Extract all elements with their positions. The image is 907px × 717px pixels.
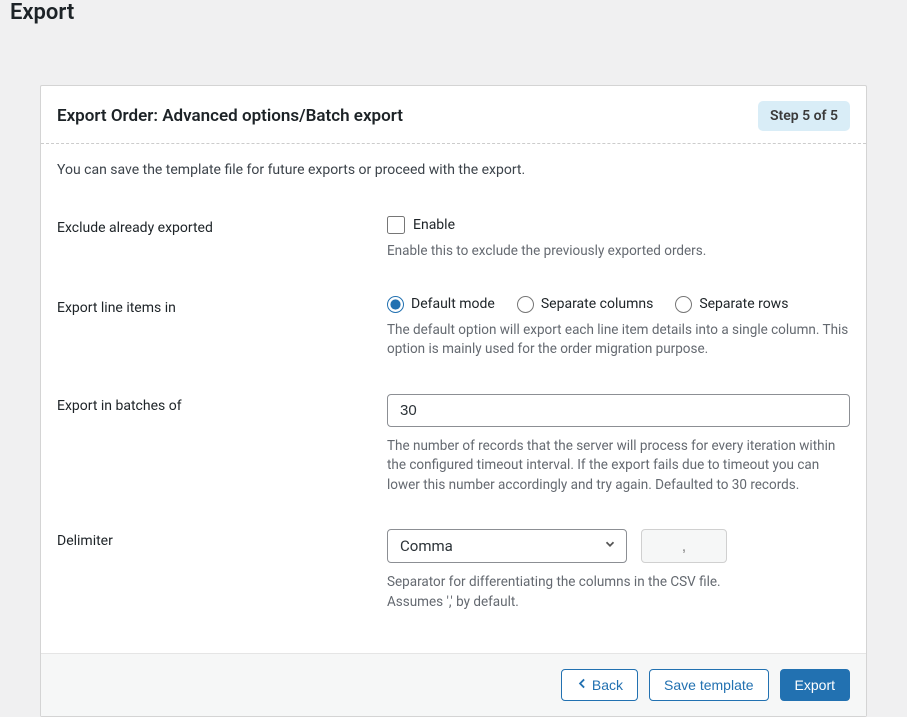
help-line-items: The default option will export each line… — [387, 321, 850, 360]
export-panel: Export Order: Advanced options/Batch exp… — [40, 85, 867, 717]
checkbox-exclude-exported[interactable] — [387, 216, 405, 234]
export-button[interactable]: Export — [780, 669, 850, 701]
checkbox-exclude-exported-label: Enable — [413, 217, 455, 233]
select-delimiter[interactable]: Comma — [387, 529, 627, 563]
radio-separate-columns-label: Separate columns — [541, 296, 653, 312]
panel-body: You can save the template file for futur… — [41, 144, 866, 653]
radio-default-mode-label: Default mode — [411, 296, 495, 312]
panel-title: Export Order: Advanced options/Batch exp… — [57, 106, 403, 126]
row-delimiter: Delimiter Comma Separator for differenti… — [57, 529, 850, 612]
input-batches[interactable] — [387, 394, 850, 427]
radio-default-mode[interactable]: Default mode — [387, 296, 495, 313]
radio-separate-columns-input[interactable] — [517, 296, 534, 313]
row-exclude-exported: Exclude already exported Enable Enable t… — [57, 216, 850, 262]
page-title: Export — [0, 0, 907, 25]
label-delimiter: Delimiter — [57, 529, 387, 549]
label-line-items: Export line items in — [57, 296, 387, 316]
help-delimiter: Separator for differentiating the column… — [387, 573, 850, 612]
radio-separate-columns[interactable]: Separate columns — [517, 296, 653, 313]
row-line-items: Export line items in Default mode Separa… — [57, 296, 850, 360]
chevron-left-icon — [576, 677, 589, 693]
back-button-label: Back — [592, 677, 623, 693]
radio-separate-rows-label: Separate rows — [699, 296, 788, 312]
radio-default-mode-input[interactable] — [387, 296, 404, 313]
back-button[interactable]: Back — [561, 669, 638, 701]
radio-separate-rows[interactable]: Separate rows — [675, 296, 788, 313]
intro-text: You can save the template file for futur… — [57, 162, 850, 178]
label-exclude-exported: Exclude already exported — [57, 216, 387, 236]
panel-header: Export Order: Advanced options/Batch exp… — [41, 86, 866, 144]
help-exclude-exported: Enable this to exclude the previously ex… — [387, 242, 850, 262]
delimiter-char-display — [641, 529, 727, 563]
radio-separate-rows-input[interactable] — [675, 296, 692, 313]
save-template-button[interactable]: Save template — [649, 669, 769, 701]
help-batches: The number of records that the server wi… — [387, 437, 850, 496]
panel-footer: Back Save template Export — [41, 653, 866, 716]
step-badge: Step 5 of 5 — [758, 101, 850, 131]
row-batches: Export in batches of The number of recor… — [57, 394, 850, 496]
label-batches: Export in batches of — [57, 394, 387, 414]
